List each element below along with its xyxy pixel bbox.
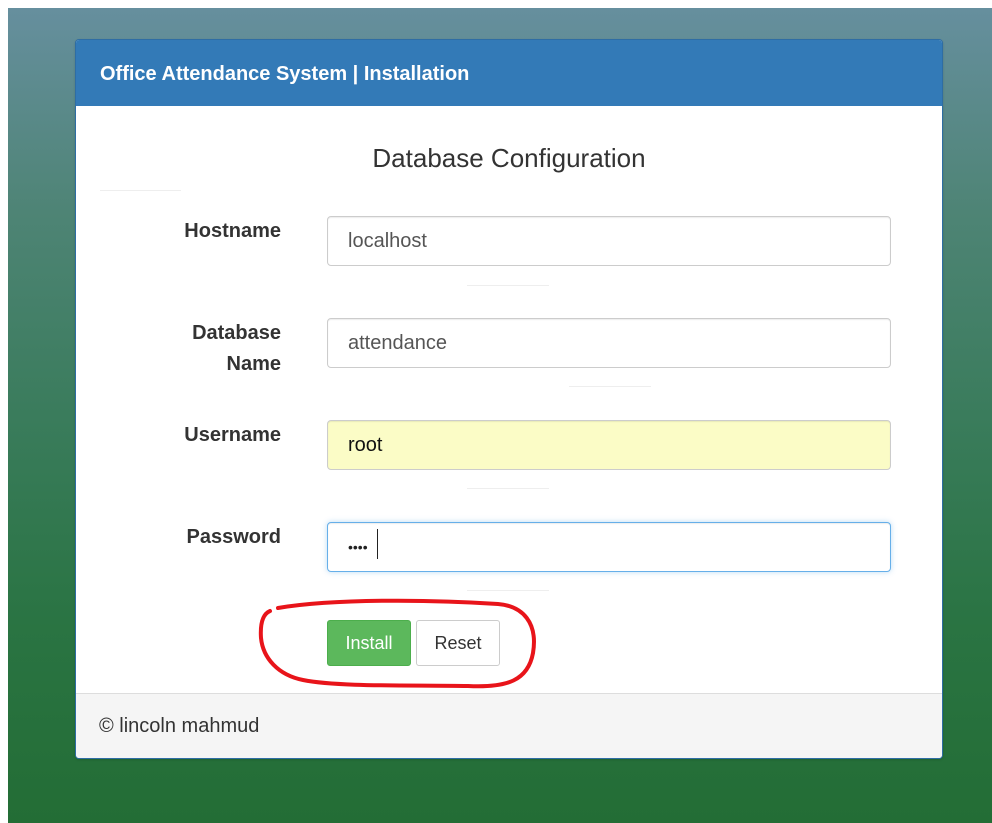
username-input[interactable] <box>327 420 891 470</box>
divider <box>467 590 549 591</box>
panel-heading: Office Attendance System | Installation <box>76 40 942 106</box>
text-caret <box>377 529 378 559</box>
panel-footer: © lincoln mahmud <box>76 693 942 758</box>
divider <box>467 285 549 286</box>
installation-panel: Office Attendance System | Installation … <box>75 39 943 759</box>
hostname-label: Hostname <box>184 220 281 242</box>
database-name-input[interactable] <box>327 318 891 368</box>
database-name-label-line2: Name <box>226 353 281 375</box>
database-name-label-line1: Database <box>192 322 281 344</box>
page-background: Office Attendance System | Installation … <box>8 8 992 823</box>
section-title: Database Configuration <box>372 143 646 173</box>
divider <box>100 190 181 191</box>
divider <box>569 386 651 387</box>
database-name-label: Database Name <box>192 318 281 380</box>
hostname-input[interactable] <box>327 216 891 266</box>
reset-button[interactable]: Reset <box>416 620 500 666</box>
divider <box>467 488 549 489</box>
page-title: Office Attendance System | Installation <box>100 63 470 85</box>
username-label: Username <box>184 424 281 446</box>
password-input[interactable] <box>327 522 891 572</box>
password-label: Password <box>186 526 281 548</box>
copyright-text: © lincoln mahmud <box>99 715 260 737</box>
install-button[interactable]: Install <box>327 620 411 666</box>
